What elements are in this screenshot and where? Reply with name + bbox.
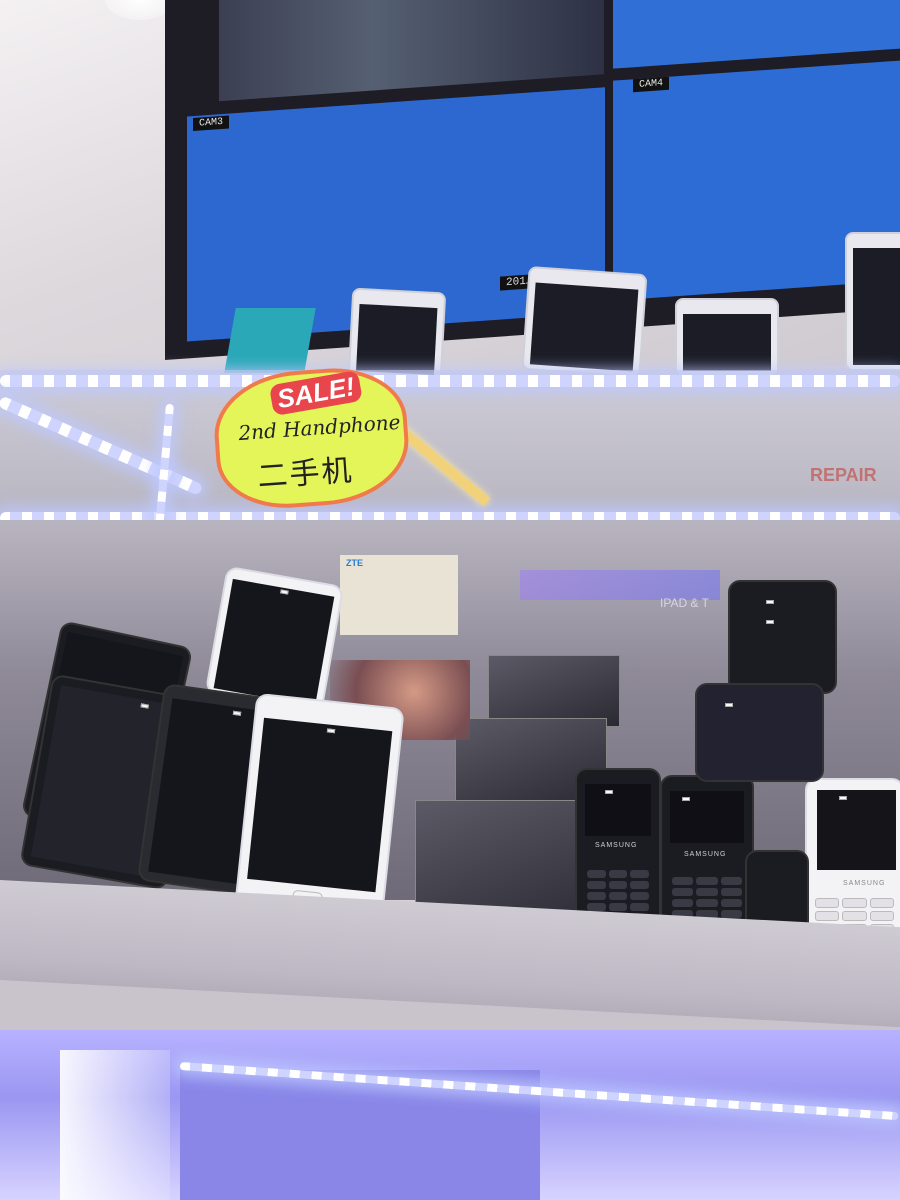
phone-brand: SAMSUNG: [684, 851, 727, 858]
teal-phone-case: [224, 308, 316, 373]
price-tag: [766, 620, 774, 624]
top-phone: [845, 232, 900, 371]
top-phone: [347, 287, 447, 382]
smartphone: [234, 692, 405, 922]
camera-feed-top-left: [219, 0, 604, 102]
phone-brand: SAMSUNG: [843, 880, 886, 887]
top-phone: [521, 265, 648, 379]
sign-line-english: 2nd Handphone: [237, 409, 402, 446]
sign-line-chinese: 二手机: [256, 453, 355, 495]
poster-brand: ZTE: [346, 558, 363, 568]
price-tag: [605, 790, 613, 794]
price-tag: [682, 797, 690, 801]
ipad-sign-text: IPAD & T: [660, 596, 709, 610]
sale-headline: SALE!: [268, 370, 363, 417]
top-phone: [675, 298, 779, 377]
camera-feed-top-right: [613, 0, 900, 69]
display-case-top-glass: [0, 370, 900, 530]
price-tag: [839, 796, 847, 800]
price-tag: [326, 728, 336, 734]
lower-case-light: [60, 1050, 170, 1200]
cam3-label: CAM3: [193, 115, 230, 132]
wall-poster: ZTE: [340, 555, 458, 635]
cam4-label: CAM4: [633, 76, 670, 93]
phone-keypad: [587, 870, 649, 911]
repair-sign-text: REPAIR: [810, 465, 877, 485]
phone-keypad: [672, 877, 742, 918]
boxed-phone: [695, 683, 824, 782]
price-tag: [725, 703, 733, 707]
price-tag: [766, 600, 774, 604]
mirror-stand: [488, 655, 620, 727]
phone-brand: SAMSUNG: [595, 842, 638, 849]
led-strip-top: [0, 375, 900, 387]
boxed-phone: [728, 580, 837, 694]
